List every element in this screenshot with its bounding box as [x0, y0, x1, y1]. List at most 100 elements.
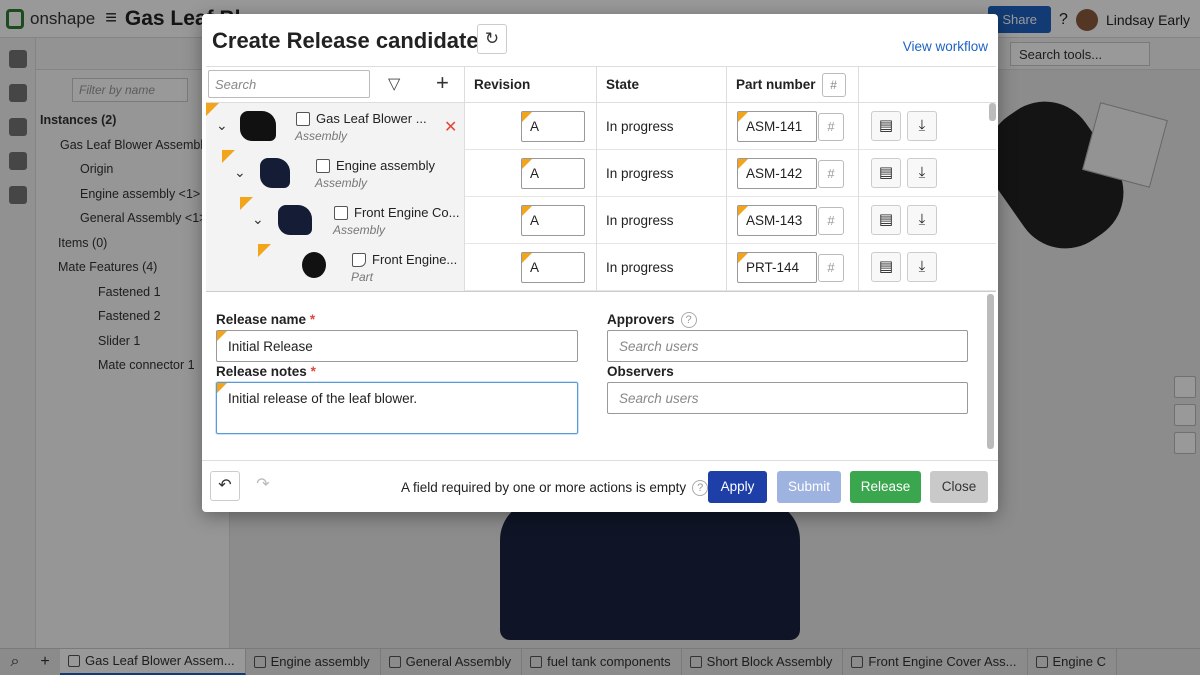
- observers-label: Observers: [607, 364, 674, 379]
- revision-input[interactable]: A: [521, 111, 585, 142]
- table-scrollbar[interactable]: [989, 103, 996, 121]
- download-icon[interactable]: ⤓: [907, 158, 937, 188]
- undo-button[interactable]: ↶: [210, 471, 240, 501]
- submit-button[interactable]: Submit: [777, 471, 841, 503]
- part-number-input[interactable]: PRT-144: [737, 252, 817, 283]
- required-flag-icon: [738, 253, 748, 263]
- release-button[interactable]: Release: [850, 471, 921, 503]
- dialog-header: Create Release candidate ↻ View workflow: [202, 14, 998, 66]
- release-name-label-text: Release name: [216, 312, 307, 327]
- help-icon[interactable]: ?: [692, 480, 709, 497]
- column-part-number-label: Part number: [736, 77, 816, 92]
- view-workflow-link[interactable]: View workflow: [903, 39, 988, 54]
- part-number-cell: ASM-143 #: [726, 197, 858, 244]
- table-row[interactable]: ⌄ Front Engine Co... Assembly A In progr…: [206, 197, 996, 244]
- required-flag-icon: [217, 331, 227, 341]
- state-value: In progress: [606, 166, 674, 181]
- column-revision: Revision: [464, 67, 596, 103]
- generate-part-number-icon[interactable]: #: [818, 254, 844, 282]
- properties-icon[interactable]: ▤: [871, 111, 901, 141]
- item-thumbnail: [240, 111, 276, 141]
- actions-cell: ▤ ⤓: [858, 197, 989, 244]
- column-state: State: [596, 67, 726, 103]
- assembly-icon: [316, 159, 330, 173]
- release-name-input[interactable]: Initial Release: [216, 330, 578, 362]
- part-icon: [352, 253, 366, 267]
- create-release-dialog: Create Release candidate ↻ View workflow…: [202, 14, 998, 512]
- tree-cell: ⌄ Engine assembly Assembly: [206, 150, 464, 197]
- assembly-icon: [334, 206, 348, 220]
- actions-cell: ▤ ⤓: [858, 150, 989, 197]
- required-flag-icon: [240, 197, 253, 210]
- add-items-icon[interactable]: +: [436, 70, 449, 96]
- column-actions: [858, 67, 996, 103]
- part-number-value: ASM-141: [746, 119, 803, 134]
- column-part-number: Part number #: [726, 67, 858, 103]
- tree-cell: ⌄ Front Engine Co... Assembly: [206, 197, 464, 244]
- part-number-value: ASM-143: [746, 213, 803, 228]
- generate-part-number-icon[interactable]: #: [818, 113, 844, 141]
- table-header: Search ▽ + Revision State Part number #: [206, 67, 996, 103]
- release-form: Release name * Initial Release Release n…: [202, 292, 998, 460]
- state-value: In progress: [606, 260, 674, 275]
- help-icon[interactable]: ?: [680, 312, 697, 329]
- download-icon[interactable]: ⤓: [907, 252, 937, 282]
- generate-part-number-icon[interactable]: #: [818, 160, 844, 188]
- item-name: Front Engine Co...: [354, 205, 460, 220]
- table-row[interactable]: ⌄ Gas Leaf Blower ... Assembly ✕ A In pr…: [206, 103, 996, 150]
- tree-cell: ⌄ Gas Leaf Blower ... Assembly ✕: [206, 103, 464, 150]
- revision-cell: A: [464, 150, 596, 197]
- revision-input[interactable]: A: [521, 158, 585, 189]
- release-notes-textarea[interactable]: Initial release of the leaf blower.: [216, 382, 578, 434]
- part-number-cell: ASM-142 #: [726, 150, 858, 197]
- collapse-chevron-icon[interactable]: ⌄: [234, 164, 246, 181]
- download-icon[interactable]: ⤓: [907, 111, 937, 141]
- part-number-input[interactable]: ASM-141: [737, 111, 817, 142]
- required-flag-icon: [206, 103, 219, 116]
- state-cell: In progress: [596, 103, 726, 150]
- redo-icon: ↷: [256, 476, 270, 493]
- required-mark: *: [310, 364, 316, 379]
- collapse-chevron-icon[interactable]: ⌄: [252, 211, 264, 228]
- part-number-cell: ASM-141 #: [726, 103, 858, 150]
- properties-icon[interactable]: ▤: [871, 158, 901, 188]
- close-button[interactable]: Close: [930, 471, 988, 503]
- part-number-input[interactable]: ASM-142: [737, 158, 817, 189]
- undo-icon: ↶: [218, 477, 232, 494]
- generate-all-part-numbers-icon[interactable]: #: [821, 73, 846, 98]
- properties-icon[interactable]: ▤: [871, 205, 901, 235]
- redo-button[interactable]: ↷: [248, 471, 278, 501]
- item-type: Part: [351, 270, 374, 284]
- table-search-input[interactable]: Search: [208, 70, 370, 98]
- filter-icon[interactable]: ▽: [388, 74, 400, 94]
- remove-item-icon[interactable]: ✕: [444, 117, 457, 137]
- required-flag-icon: [738, 206, 748, 216]
- properties-icon[interactable]: ▤: [871, 252, 901, 282]
- apply-button[interactable]: Apply: [708, 471, 767, 503]
- download-icon[interactable]: ⤓: [907, 205, 937, 235]
- form-scrollbar[interactable]: [987, 294, 994, 449]
- part-number-value: ASM-142: [746, 166, 803, 181]
- observers-search-input[interactable]: Search users: [607, 382, 968, 414]
- generate-part-number-icon[interactable]: #: [818, 207, 844, 235]
- part-number-cell: PRT-144 #: [726, 244, 858, 291]
- item-thumbnail: [278, 205, 312, 235]
- table-row[interactable]: ⌄ Engine assembly Assembly A In progress…: [206, 150, 996, 197]
- revision-input[interactable]: A: [521, 205, 585, 236]
- collapse-chevron-icon[interactable]: ⌄: [216, 117, 228, 134]
- item-type: Assembly: [295, 129, 348, 143]
- revision-input[interactable]: A: [521, 252, 585, 283]
- approvers-search-input[interactable]: Search users: [607, 330, 968, 362]
- required-flag-icon: [738, 112, 748, 122]
- revision-cell: A: [464, 103, 596, 150]
- dialog-title: Create Release candidate: [212, 28, 479, 53]
- dialog-footer: ↶ ↷ A field required by one or more acti…: [202, 460, 998, 512]
- table-row[interactable]: Front Engine... Part A In progress PRT-1…: [206, 244, 996, 291]
- tree-cell: Front Engine... Part: [206, 244, 464, 291]
- refresh-button[interactable]: ↻: [477, 24, 507, 54]
- required-flag-icon: [522, 253, 532, 263]
- state-value: In progress: [606, 119, 674, 134]
- state-cell: In progress: [596, 244, 726, 291]
- item-thumbnail: [302, 252, 326, 278]
- part-number-input[interactable]: ASM-143: [737, 205, 817, 236]
